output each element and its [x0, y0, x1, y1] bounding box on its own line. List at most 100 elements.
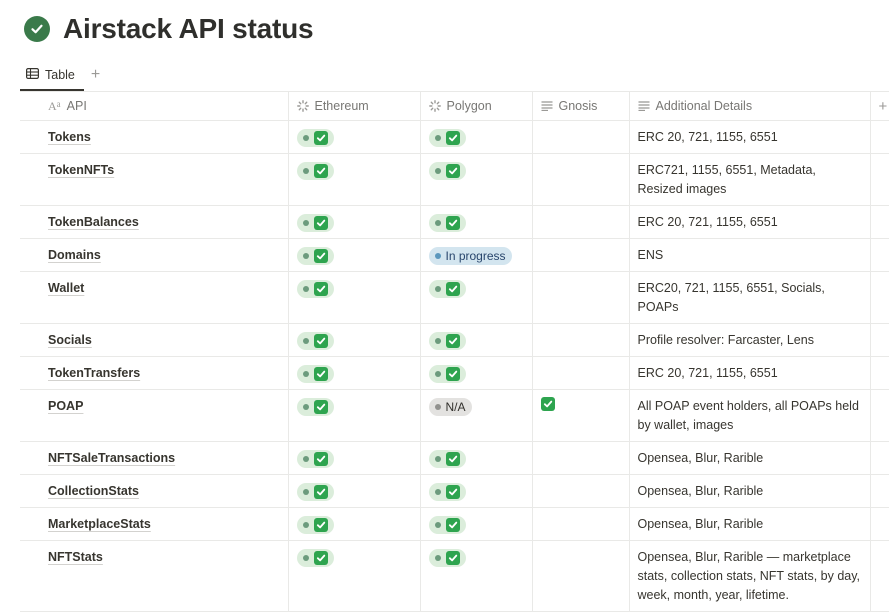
column-header-gnosis[interactable]: Gnosis	[532, 92, 630, 121]
api-cell[interactable]: TokenTransfers	[20, 356, 289, 390]
status-cell[interactable]	[288, 474, 421, 508]
api-cell[interactable]: CollectionStats	[20, 474, 289, 508]
status-cell[interactable]	[288, 323, 421, 357]
status-cell[interactable]	[288, 540, 421, 612]
api-cell[interactable]: Wallet	[20, 271, 289, 324]
empty-cell[interactable]	[532, 474, 630, 508]
details-cell[interactable]: ERC 20, 721, 1155, 6551	[629, 120, 871, 154]
table-row[interactable]: Wallet ERC20, 721, 1155, 6551, Socials, P…	[20, 271, 889, 324]
check-mark-icon	[313, 452, 328, 466]
api-name-link[interactable]: TokenTransfers	[48, 366, 140, 380]
empty-cell[interactable]	[532, 356, 630, 390]
status-cell[interactable]: N/A	[420, 389, 533, 442]
api-cell[interactable]: MarketplaceStats	[20, 507, 289, 541]
status-dot	[302, 489, 309, 495]
api-name-link[interactable]: Domains	[48, 248, 101, 262]
api-name-link[interactable]: POAP	[48, 399, 83, 413]
status-cell[interactable]	[420, 356, 533, 390]
table-row[interactable]: NFTSaleTransactions Opensea, Blur, Raribl…	[20, 441, 889, 475]
details-cell[interactable]: Opensea, Blur, Rarible — marketplace sta…	[629, 540, 871, 612]
empty-cell[interactable]	[532, 120, 630, 154]
status-cell[interactable]	[420, 271, 533, 324]
empty-cell	[870, 356, 889, 390]
status-cell[interactable]	[420, 153, 533, 206]
column-header-additional-details[interactable]: Additional Details	[629, 92, 871, 121]
api-cell[interactable]: Socials	[20, 323, 289, 357]
api-name-link[interactable]: TokenNFTs	[48, 163, 114, 177]
tab-table[interactable]: Table	[20, 63, 81, 87]
table-row[interactable]: POAP N/A All POAP event holders, all POAPs…	[20, 389, 889, 442]
details-cell[interactable]: ERC 20, 721, 1155, 6551	[629, 356, 871, 390]
column-header-label: API	[66, 99, 87, 113]
table-row[interactable]: MarketplaceStats Opensea, Blur, Rarible	[20, 507, 889, 541]
empty-cell[interactable]	[532, 507, 630, 541]
api-name-link[interactable]: MarketplaceStats	[48, 517, 151, 531]
api-cell[interactable]: NFTStats	[20, 540, 289, 612]
api-name-link[interactable]: Socials	[48, 333, 92, 347]
details-cell[interactable]: All POAP event holders, all POAPs held b…	[629, 389, 871, 442]
api-cell[interactable]: Tokens	[20, 120, 289, 154]
table-row[interactable]: Domains In progress ENS	[20, 238, 889, 272]
table-row[interactable]: CollectionStats Opensea, Blur, Rarible	[20, 474, 889, 508]
add-column-button[interactable]: +	[870, 92, 889, 121]
column-header-polygon[interactable]: Polygon	[420, 92, 533, 121]
status-cell[interactable]	[420, 205, 533, 239]
api-name-link[interactable]: Wallet	[48, 281, 84, 295]
api-name-link[interactable]: TokenBalances	[48, 215, 139, 229]
api-name-link[interactable]: NFTSaleTransactions	[48, 451, 175, 465]
empty-cell[interactable]	[532, 271, 630, 324]
status-cell[interactable]	[288, 153, 421, 206]
status-cell[interactable]	[288, 389, 421, 442]
status-cell[interactable]	[288, 271, 421, 324]
empty-cell[interactable]	[532, 238, 630, 272]
api-cell[interactable]: POAP	[20, 389, 289, 442]
details-cell[interactable]: ENS	[629, 238, 871, 272]
plus-icon: +	[878, 97, 888, 115]
api-cell[interactable]: TokenBalances	[20, 205, 289, 239]
status-cell[interactable]	[420, 507, 533, 541]
api-name-link[interactable]: NFTStats	[48, 550, 103, 564]
column-header-ethereum[interactable]: Ethereum	[288, 92, 421, 121]
status-cell[interactable]	[420, 120, 533, 154]
empty-cell[interactable]	[532, 441, 630, 475]
table-row[interactable]: TokenTransfers ERC 20, 721, 1155, 6551	[20, 356, 889, 390]
details-cell[interactable]: ERC20, 721, 1155, 6551, Socials, POAPs	[629, 271, 871, 324]
status-cell[interactable]: In progress	[420, 238, 533, 272]
details-cell[interactable]: Opensea, Blur, Rarible	[629, 474, 871, 508]
status-cell[interactable]	[420, 540, 533, 612]
details-cell[interactable]: Opensea, Blur, Rarible	[629, 441, 871, 475]
status-cell[interactable]	[288, 356, 421, 390]
table-row[interactable]: TokenNFTs ERC721, 1155, 6551, Metadata, R…	[20, 153, 889, 206]
details-cell[interactable]: Profile resolver: Farcaster, Lens	[629, 323, 871, 357]
details-cell[interactable]: ERC721, 1155, 6551, Metadata, Resized im…	[629, 153, 871, 206]
table-row[interactable]: TokenBalances ERC 20, 721, 1155, 6551	[20, 205, 889, 239]
status-cell[interactable]	[288, 507, 421, 541]
empty-cell[interactable]	[532, 323, 630, 357]
table-row[interactable]: NFTStats Opensea, Blur, Rarible — marketp…	[20, 540, 889, 612]
status-cell[interactable]	[420, 474, 533, 508]
empty-cell	[870, 389, 889, 442]
api-cell[interactable]: Domains	[20, 238, 289, 272]
api-name-link[interactable]: CollectionStats	[48, 484, 139, 498]
empty-cell[interactable]	[532, 205, 630, 239]
empty-cell[interactable]	[532, 540, 630, 612]
status-cell[interactable]	[288, 120, 421, 154]
status-cell[interactable]	[420, 441, 533, 475]
api-cell[interactable]: NFTSaleTransactions	[20, 441, 289, 475]
column-header-api[interactable]: Aa API	[20, 92, 289, 121]
empty-cell[interactable]	[532, 153, 630, 206]
status-cell[interactable]	[288, 205, 421, 239]
status-dot	[302, 338, 309, 344]
details-cell[interactable]: Opensea, Blur, Rarible	[629, 507, 871, 541]
add-view-button[interactable]: +	[91, 67, 100, 83]
status-dot	[434, 135, 441, 141]
status-cell[interactable]	[420, 323, 533, 357]
table-row[interactable]: Socials Profile resolver: Farcaster, Lens	[20, 323, 889, 357]
gnosis-cell[interactable]	[532, 389, 630, 442]
table-row[interactable]: Tokens ERC 20, 721, 1155, 6551	[20, 120, 889, 154]
api-name-link[interactable]: Tokens	[48, 130, 91, 144]
status-cell[interactable]	[288, 238, 421, 272]
status-cell[interactable]	[288, 441, 421, 475]
api-cell[interactable]: TokenNFTs	[20, 153, 289, 206]
details-cell[interactable]: ERC 20, 721, 1155, 6551	[629, 205, 871, 239]
